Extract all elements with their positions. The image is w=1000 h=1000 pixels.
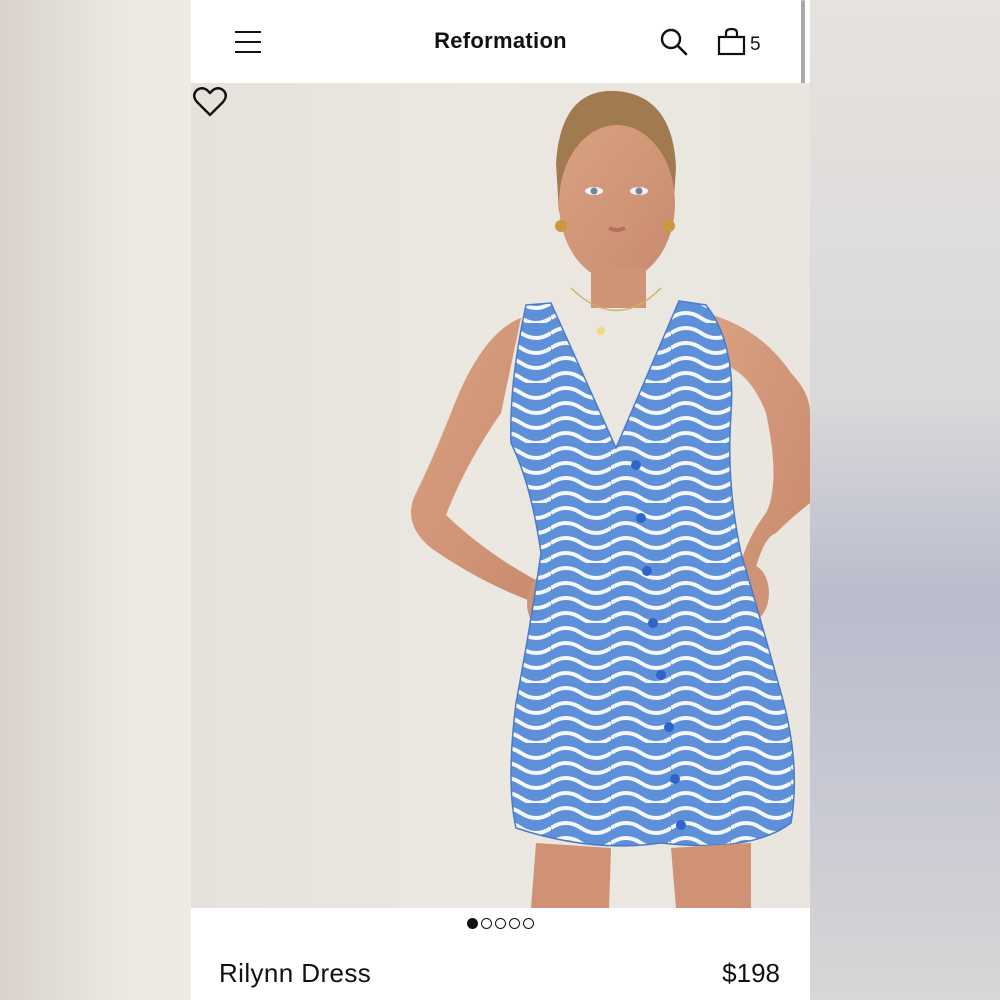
carousel-dot[interactable] [495,918,506,929]
heart-icon[interactable] [191,83,229,121]
search-icon[interactable] [659,27,689,57]
product-photo [411,90,810,908]
carousel-dot[interactable] [481,918,492,929]
carousel-pagination [191,918,810,932]
product-price: $198 [722,958,780,988]
carousel-dot[interactable] [509,918,520,929]
product-image-carousel[interactable] [191,83,810,908]
top-navigation-bar: Reformation 5 [191,0,810,83]
carousel-dot[interactable] [523,918,534,929]
product-name: Rilynn Dress [219,958,372,988]
shopping-bag-icon[interactable] [717,27,747,57]
background-right-blur [810,0,1000,1000]
carousel-dot[interactable] [467,918,478,929]
product-page: Reformation 5 Rilynn Dress $198 [191,0,810,1000]
bag-count-badge: 5 [750,34,761,55]
background-left-blur [0,0,191,1000]
